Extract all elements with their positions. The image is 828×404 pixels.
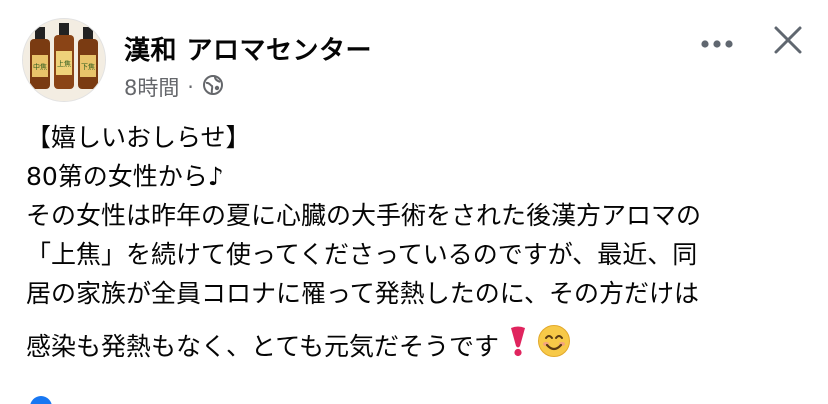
heavy-exclamation-icon (505, 325, 531, 368)
smiling-face-icon (537, 324, 571, 369)
close-button[interactable] (766, 18, 810, 62)
post-line-text: 感染も発熱もなく、とても元気だそうです (26, 332, 500, 361)
page-avatar[interactable]: 中焦 上焦 下焦 (22, 18, 106, 102)
globe-icon[interactable] (202, 74, 224, 101)
post-line: 居の家族が全員コロナに罹って発熱したのに、その方だけは (26, 279, 700, 308)
post-line-last: 感染も発熱もなく、とても元気だそうです (26, 324, 806, 369)
aroma-bottles-image: 中焦 上焦 下焦 (23, 19, 105, 101)
avatar-label-middle: 上焦 (57, 59, 71, 68)
more-horizontal-icon (701, 40, 733, 48)
post-line: 「上焦」を続けて使ってくださっているのですが、最近、同 (26, 240, 698, 269)
reaction-icon[interactable] (30, 396, 52, 404)
facebook-post: 中焦 上焦 下焦 漢和 アロマセンター 8時間 · 【嬉しいおしらせ】 80第の… (0, 0, 828, 404)
post-time[interactable]: 8時間 (124, 72, 179, 102)
page-name[interactable]: 漢和 アロマセンター (124, 30, 372, 67)
meta-separator: · (187, 75, 194, 99)
post-line: 【嬉しいおしらせ】 (26, 123, 251, 152)
post-header: 中焦 上焦 下焦 漢和 アロマセンター 8時間 · (22, 18, 808, 104)
more-options-button[interactable] (692, 24, 742, 64)
avatar-label-right: 下焦 (81, 62, 95, 71)
post-line: 80第の女性から♪ (26, 162, 224, 191)
post-body: 【嬉しいおしらせ】 80第の女性から♪ その女性は昨年の夏に心臓の大手術をされた… (26, 118, 806, 366)
close-icon (774, 26, 802, 54)
avatar-label-left: 中焦 (33, 62, 47, 71)
post-line: その女性は昨年の夏に心臓の大手術をされた後漢方アロマの (26, 201, 702, 230)
post-meta: 8時間 · (124, 72, 224, 102)
